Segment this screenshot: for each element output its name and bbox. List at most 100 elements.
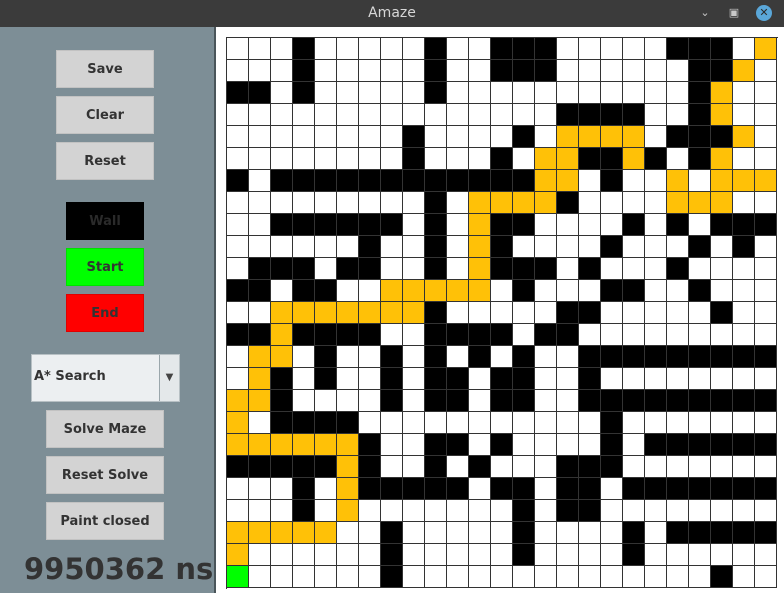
empty-cell[interactable] <box>227 148 249 170</box>
empty-cell[interactable] <box>667 324 689 346</box>
empty-cell[interactable] <box>535 280 557 302</box>
empty-cell[interactable] <box>733 566 755 588</box>
empty-cell[interactable] <box>381 82 403 104</box>
empty-cell[interactable] <box>667 82 689 104</box>
solve-maze-button[interactable]: Solve Maze <box>46 410 164 448</box>
empty-cell[interactable] <box>491 566 513 588</box>
empty-cell[interactable] <box>711 500 733 522</box>
empty-cell[interactable] <box>381 148 403 170</box>
wall-cell[interactable] <box>755 214 777 236</box>
wall-cell[interactable] <box>337 324 359 346</box>
empty-cell[interactable] <box>249 500 271 522</box>
empty-cell[interactable] <box>447 148 469 170</box>
wall-cell[interactable] <box>425 346 447 368</box>
path-cell[interactable] <box>711 192 733 214</box>
wall-cell[interactable] <box>667 478 689 500</box>
empty-cell[interactable] <box>645 522 667 544</box>
wall-cell[interactable] <box>271 214 293 236</box>
empty-cell[interactable] <box>403 522 425 544</box>
empty-cell[interactable] <box>645 566 667 588</box>
wall-cell[interactable] <box>733 434 755 456</box>
wall-cell[interactable] <box>513 280 535 302</box>
empty-cell[interactable] <box>403 566 425 588</box>
empty-cell[interactable] <box>425 126 447 148</box>
wall-cell[interactable] <box>689 148 711 170</box>
path-cell[interactable] <box>711 82 733 104</box>
empty-cell[interactable] <box>535 478 557 500</box>
empty-cell[interactable] <box>359 566 381 588</box>
path-cell[interactable] <box>271 346 293 368</box>
wall-cell[interactable] <box>579 456 601 478</box>
empty-cell[interactable] <box>469 500 491 522</box>
empty-cell[interactable] <box>623 258 645 280</box>
path-cell[interactable] <box>689 192 711 214</box>
empty-cell[interactable] <box>359 390 381 412</box>
empty-cell[interactable] <box>711 236 733 258</box>
empty-cell[interactable] <box>601 500 623 522</box>
empty-cell[interactable] <box>227 258 249 280</box>
empty-cell[interactable] <box>601 38 623 60</box>
empty-cell[interactable] <box>535 214 557 236</box>
reset-solve-button[interactable]: Reset Solve <box>46 456 164 494</box>
empty-cell[interactable] <box>535 500 557 522</box>
wall-cell[interactable] <box>293 38 315 60</box>
wall-cell[interactable] <box>271 390 293 412</box>
wall-cell[interactable] <box>513 258 535 280</box>
empty-cell[interactable] <box>447 544 469 566</box>
empty-cell[interactable] <box>535 82 557 104</box>
empty-cell[interactable] <box>271 566 293 588</box>
wall-cell[interactable] <box>601 456 623 478</box>
empty-cell[interactable] <box>249 38 271 60</box>
wall-cell[interactable] <box>689 82 711 104</box>
empty-cell[interactable] <box>491 302 513 324</box>
wall-cell[interactable] <box>425 214 447 236</box>
wall-cell[interactable] <box>623 280 645 302</box>
wall-cell[interactable] <box>513 390 535 412</box>
empty-cell[interactable] <box>733 82 755 104</box>
empty-cell[interactable] <box>227 60 249 82</box>
empty-cell[interactable] <box>535 434 557 456</box>
wall-cell[interactable] <box>293 412 315 434</box>
wall-cell[interactable] <box>667 38 689 60</box>
wall-cell[interactable] <box>359 324 381 346</box>
wall-cell[interactable] <box>425 456 447 478</box>
wall-cell[interactable] <box>271 456 293 478</box>
empty-cell[interactable] <box>469 104 491 126</box>
wall-cell[interactable] <box>359 456 381 478</box>
empty-cell[interactable] <box>579 412 601 434</box>
wall-cell[interactable] <box>249 280 271 302</box>
empty-cell[interactable] <box>557 346 579 368</box>
empty-cell[interactable] <box>513 302 535 324</box>
wall-cell[interactable] <box>711 302 733 324</box>
wall-cell[interactable] <box>425 192 447 214</box>
path-cell[interactable] <box>535 170 557 192</box>
wall-cell[interactable] <box>689 478 711 500</box>
empty-cell[interactable] <box>645 412 667 434</box>
wall-cell[interactable] <box>381 390 403 412</box>
empty-cell[interactable] <box>249 544 271 566</box>
empty-cell[interactable] <box>755 280 777 302</box>
wall-cell[interactable] <box>491 214 513 236</box>
wall-cell[interactable] <box>227 82 249 104</box>
minimize-icon[interactable]: ⌄ <box>697 5 713 21</box>
empty-cell[interactable] <box>579 544 601 566</box>
empty-cell[interactable] <box>271 500 293 522</box>
wall-tool-button[interactable]: Wall <box>66 202 144 240</box>
empty-cell[interactable] <box>689 214 711 236</box>
empty-cell[interactable] <box>667 456 689 478</box>
wall-cell[interactable] <box>513 544 535 566</box>
empty-cell[interactable] <box>359 368 381 390</box>
empty-cell[interactable] <box>315 500 337 522</box>
empty-cell[interactable] <box>403 390 425 412</box>
empty-cell[interactable] <box>623 38 645 60</box>
wall-cell[interactable] <box>425 390 447 412</box>
empty-cell[interactable] <box>645 456 667 478</box>
empty-cell[interactable] <box>755 412 777 434</box>
wall-cell[interactable] <box>557 324 579 346</box>
wall-cell[interactable] <box>315 324 337 346</box>
wall-cell[interactable] <box>315 412 337 434</box>
empty-cell[interactable] <box>425 544 447 566</box>
empty-cell[interactable] <box>711 412 733 434</box>
empty-cell[interactable] <box>513 412 535 434</box>
empty-cell[interactable] <box>667 280 689 302</box>
